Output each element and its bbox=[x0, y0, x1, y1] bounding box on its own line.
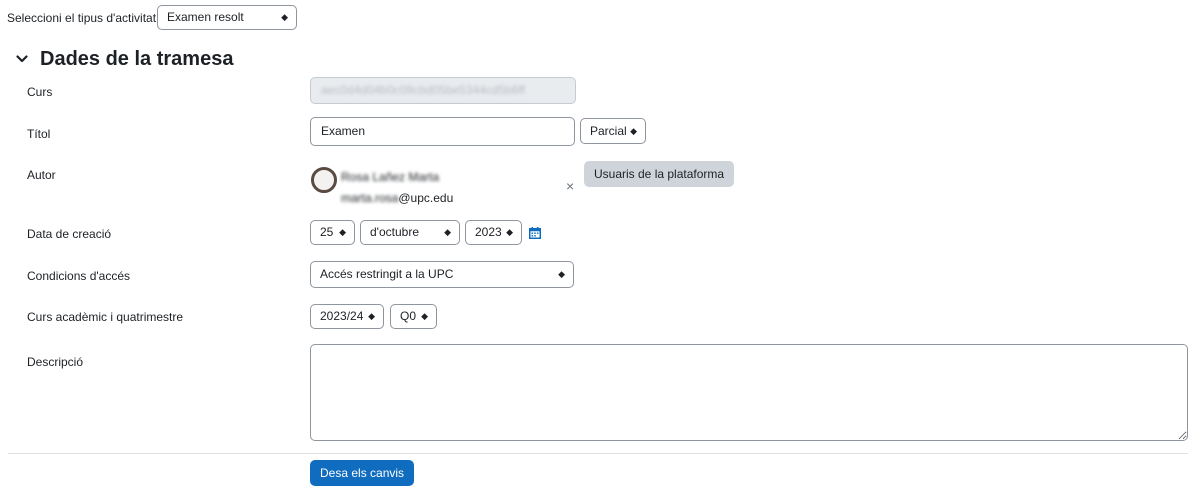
chevron-down-icon bbox=[16, 55, 28, 63]
day-select[interactable]: 25 ◆ bbox=[310, 220, 355, 245]
autor-label: Autor bbox=[27, 168, 56, 182]
academic-year-value: 2023/24 bbox=[320, 309, 364, 323]
activity-type-label: Seleccioni el tipus d'activitat bbox=[7, 11, 157, 25]
select-caret-icon: ◆ bbox=[281, 12, 288, 22]
avatar bbox=[311, 167, 337, 193]
titol-input[interactable]: Examen bbox=[310, 117, 575, 146]
curs-value: aec0d4d04b0c09cbd05be5344cd5b6ff bbox=[321, 83, 525, 97]
section-header[interactable]: Dades de la tramesa bbox=[16, 46, 233, 72]
year-value: 2023 bbox=[475, 225, 502, 239]
quarter-select[interactable]: Q0 ◆ bbox=[390, 304, 437, 329]
month-value: d'octubre bbox=[370, 225, 419, 239]
select-caret-icon: ◆ bbox=[558, 269, 565, 279]
quarter-value: Q0 bbox=[400, 309, 417, 323]
form-divider bbox=[8, 453, 1188, 454]
year-select[interactable]: 2023 ◆ bbox=[465, 220, 522, 245]
descripcio-label: Descripció bbox=[27, 355, 84, 369]
activity-type-value: Examen resolt bbox=[167, 10, 244, 24]
platform-users-button[interactable]: Usuaris de la plataforma bbox=[584, 161, 735, 187]
autor-email-domain: @upc.edu bbox=[398, 191, 454, 205]
titol-type-select[interactable]: Parcial ◆ bbox=[580, 118, 646, 144]
autor-email: marta.rosa@upc.edu bbox=[341, 191, 453, 205]
select-caret-icon: ◆ bbox=[421, 311, 428, 321]
select-caret-icon: ◆ bbox=[444, 227, 451, 237]
academic-year-select[interactable]: 2023/24 ◆ bbox=[310, 304, 384, 329]
calendar-icon[interactable] bbox=[529, 227, 541, 239]
curs-label: Curs bbox=[27, 85, 53, 99]
select-caret-icon: ◆ bbox=[630, 126, 637, 136]
condicions-label: Condicions d'accés bbox=[27, 269, 131, 283]
activity-type-select[interactable]: Examen resolt ◆ bbox=[157, 5, 297, 30]
curs-field: aec0d4d04b0c09cbd05be5344cd5b6ff bbox=[310, 77, 576, 104]
select-caret-icon: ◆ bbox=[506, 227, 513, 237]
descripcio-textarea[interactable] bbox=[310, 344, 1188, 441]
curs-academic-label: Curs acadèmic i quatrimestre bbox=[27, 310, 184, 324]
titol-value: Examen bbox=[321, 124, 366, 138]
month-select[interactable]: d'octubre ◆ bbox=[360, 220, 460, 245]
autor-name: Rosa Lañez Marta bbox=[341, 170, 440, 184]
condicions-select[interactable]: Accés restringit a la UPC ◆ bbox=[310, 261, 574, 288]
titol-label: Títol bbox=[27, 127, 51, 141]
section-title: Dades de la tramesa bbox=[40, 47, 234, 70]
data-creacio-label: Data de creació bbox=[27, 227, 112, 241]
condicions-value: Accés restringit a la UPC bbox=[320, 267, 454, 281]
remove-author-icon[interactable]: × bbox=[566, 178, 574, 194]
day-value: 25 bbox=[320, 225, 334, 239]
save-changes-button[interactable]: Desa els canvis bbox=[310, 460, 415, 486]
select-caret-icon: ◆ bbox=[339, 227, 346, 237]
autor-email-user: marta.rosa bbox=[341, 191, 399, 205]
select-caret-icon: ◆ bbox=[368, 311, 375, 321]
titol-type-value: Parcial bbox=[590, 124, 627, 138]
